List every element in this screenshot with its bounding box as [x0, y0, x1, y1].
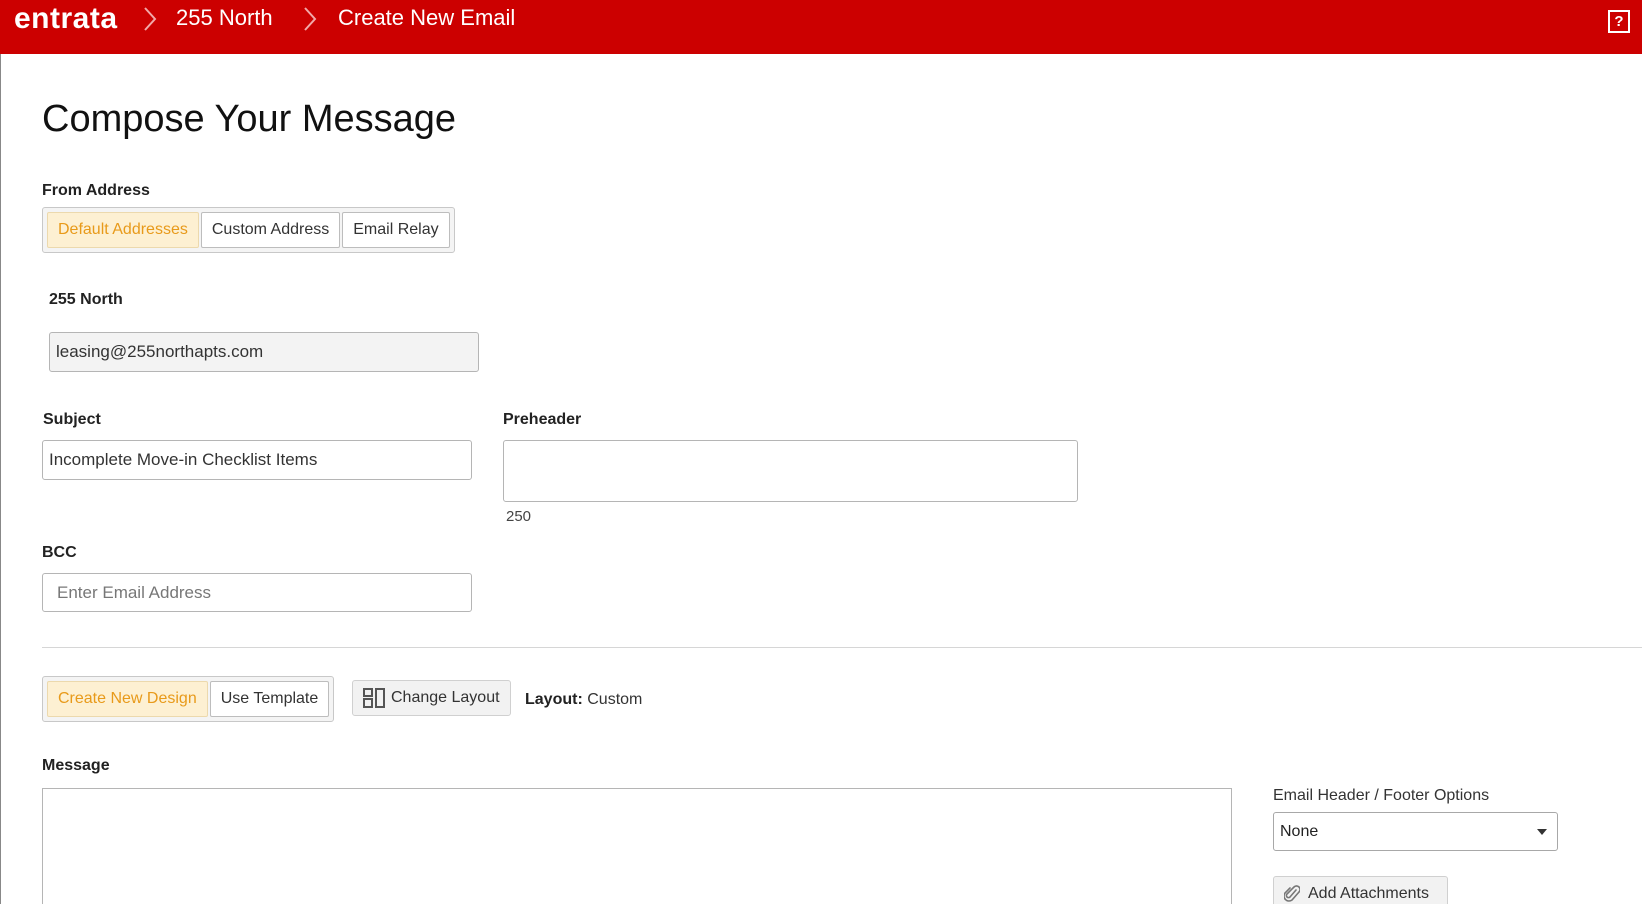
add-attachments-label: Add Attachments: [1308, 885, 1429, 902]
property-name-label: 255 North: [49, 291, 123, 308]
message-label: Message: [42, 757, 110, 774]
layout-value: Custom: [587, 691, 643, 708]
layout-indicator: Layout: Custom: [525, 691, 642, 709]
layout-icon: [363, 688, 385, 708]
subject-input[interactable]: Incomplete Move-in Checklist Items: [42, 440, 472, 480]
add-attachments-button[interactable]: Add Attachments: [1273, 876, 1448, 904]
breadcrumb-property[interactable]: 255 North: [176, 5, 273, 31]
chevron-right-icon: [143, 6, 157, 32]
page-left-border: [0, 54, 1, 904]
change-layout-button[interactable]: Change Layout: [352, 680, 511, 716]
header-footer-selected-value: None: [1280, 822, 1319, 840]
header-footer-select[interactable]: None: [1273, 812, 1558, 851]
layout-label: Layout:: [525, 691, 583, 708]
subject-label: Subject: [43, 411, 101, 428]
caret-down-icon: [1537, 829, 1547, 835]
bcc-placeholder: Enter Email Address: [57, 582, 212, 602]
section-divider: [42, 647, 1642, 648]
tab-email-relay[interactable]: Email Relay: [342, 212, 450, 248]
tab-use-template[interactable]: Use Template: [209, 681, 330, 717]
preheader-input[interactable]: [503, 440, 1078, 502]
header-footer-options-label: Email Header / Footer Options: [1273, 787, 1490, 804]
message-editor[interactable]: [42, 788, 1232, 904]
preheader-char-count: 250: [506, 508, 532, 525]
bcc-input[interactable]: Enter Email Address: [42, 573, 472, 612]
design-tabs: Create New Design Use Template: [42, 676, 335, 722]
help-icon[interactable]: ?: [1608, 10, 1630, 33]
subject-value: Incomplete Move-in Checklist Items: [49, 450, 318, 469]
tab-default-addresses[interactable]: Default Addresses: [47, 212, 199, 248]
from-address-tabs: Default Addresses Custom Address Email R…: [42, 207, 455, 253]
from-address-label: From Address: [42, 182, 150, 199]
breadcrumb-current-page: Create New Email: [338, 5, 516, 30]
bcc-label: BCC: [42, 544, 77, 561]
top-nav-bar: entrata 255 North Create New Email ?: [0, 0, 1642, 54]
paperclip-icon: [1284, 884, 1300, 904]
from-email-field[interactable]: leasing@255northapts.com: [49, 332, 479, 372]
from-email-value: leasing@255northapts.com: [56, 342, 264, 361]
tab-custom-address[interactable]: Custom Address: [200, 212, 341, 248]
page-title: Compose Your Message: [42, 98, 457, 140]
preheader-label: Preheader: [503, 411, 582, 428]
change-layout-label: Change Layout: [391, 689, 500, 706]
chevron-right-icon: [303, 6, 317, 32]
entrata-logo[interactable]: entrata: [14, 2, 118, 36]
tab-create-new-design[interactable]: Create New Design: [47, 681, 208, 717]
